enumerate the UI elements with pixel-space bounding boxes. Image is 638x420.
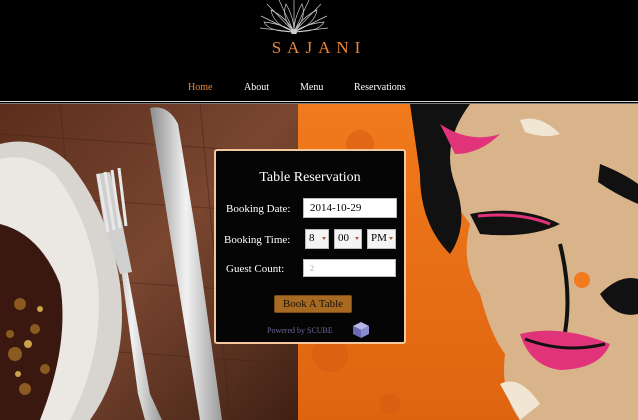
main-nav: Home About Menu Reservations xyxy=(0,82,638,98)
ampm-select[interactable]: PM xyxy=(367,229,396,249)
caret-down-icon xyxy=(355,237,359,240)
nav-reservations-link[interactable]: Reservations xyxy=(354,82,406,93)
mandala-logo-icon xyxy=(259,0,329,34)
brand-name: SAJANI xyxy=(271,38,367,57)
nav-menu-link[interactable]: Menu xyxy=(300,82,323,93)
nav-about-link[interactable]: About xyxy=(244,82,269,93)
caret-down-icon xyxy=(389,237,393,240)
guest-count-input[interactable] xyxy=(303,259,396,277)
hour-value: 8 xyxy=(309,232,315,244)
reservation-title: Table Reservation xyxy=(259,170,361,185)
ampm-value: PM xyxy=(371,232,387,244)
reservation-widget: Table Reservation Booking Date: Booking … xyxy=(214,149,406,344)
caret-down-icon xyxy=(322,237,326,240)
nav-divider xyxy=(0,101,638,102)
guest-count-label: Guest Count: xyxy=(226,263,285,275)
minute-select[interactable]: 00 xyxy=(334,229,362,249)
powered-by-text: Powered by SCUBE xyxy=(267,326,333,335)
minute-value: 00 xyxy=(338,232,349,244)
book-table-button[interactable]: Book A Table xyxy=(274,295,352,313)
hour-select[interactable]: 8 xyxy=(305,229,329,249)
booking-time-label: Booking Time: xyxy=(224,234,291,246)
booking-date-input[interactable] xyxy=(303,198,397,218)
cube-icon[interactable] xyxy=(352,321,370,339)
nav-home-link[interactable]: Home xyxy=(188,82,212,93)
booking-date-label: Booking Date: xyxy=(226,203,291,215)
site-header: SAJANI Home About Menu Reservations xyxy=(0,0,638,104)
